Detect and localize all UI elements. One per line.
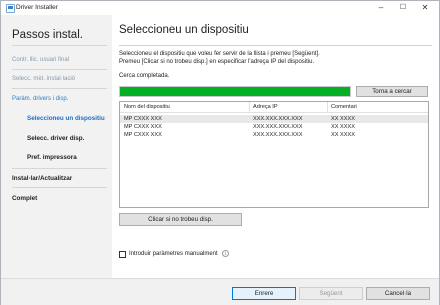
table-row[interactable]: MP CXXX XXX XXX.XXX.XXX.XXX XX XXXX (120, 123, 428, 131)
step-printer-prefs: Pref. impressora (27, 154, 77, 161)
step-install-method: Selecc. mèt. instal·lació (12, 76, 76, 82)
manual-params-checkbox[interactable] (119, 251, 126, 258)
title-divider (119, 45, 432, 46)
app-icon (6, 4, 15, 13)
comment-cell: XX XXXX (331, 132, 355, 138)
sidebar-divider (12, 45, 107, 46)
ip-address-cell: XXX.XXX.XXX.XXX (253, 124, 303, 130)
step-eula: Contr. llic. usuari final (12, 57, 70, 63)
device-table[interactable]: Nom del dispositiu Adreça IP Comentari M… (119, 101, 429, 208)
ip-address-cell: XXX.XXX.XXX.XXX (253, 116, 303, 122)
sidebar-divider (12, 69, 107, 70)
step-select-device: Seleccioneu un dispositiu (27, 115, 105, 122)
instruction-line-2: Premeu [Clicar si no trobeu disp.] en es… (119, 58, 315, 65)
step-driver-device-params: Paràm. drivers i disp. (12, 96, 69, 102)
instruction-line-1: Seleccioneu el dispositiu que voleu fer … (119, 51, 320, 57)
sidebar-title: Passos instal. (12, 29, 83, 41)
footer-bar: Enrere Següent Cancel·la (1, 278, 439, 305)
sidebar-divider (12, 187, 107, 188)
info-icon[interactable]: i (222, 250, 229, 257)
back-button[interactable]: Enrere (232, 287, 296, 300)
progress-fill (120, 87, 350, 96)
search-again-button[interactable]: Torna a cercar (356, 86, 428, 97)
page-title: Seleccioneu un dispositiu (119, 24, 249, 36)
close-button[interactable]: ✕ (415, 1, 435, 15)
search-status: Cerca completada. (119, 73, 170, 79)
column-divider[interactable] (327, 102, 328, 112)
device-name-cell: MP CXXX XXX (124, 124, 162, 130)
column-header-ip[interactable]: Adreça IP (253, 104, 278, 110)
table-row[interactable]: MP CXXX XXX XXX.XXX.XXX.XXX XX XXXX (120, 115, 428, 123)
maximize-button[interactable]: ☐ (393, 1, 413, 15)
minimize-button[interactable]: – (371, 1, 391, 15)
sidebar-divider (12, 88, 107, 89)
column-divider[interactable] (249, 102, 250, 112)
steps-sidebar: Passos instal. Contr. llic. usuari final… (1, 15, 112, 278)
next-button[interactable]: Següent (299, 287, 363, 300)
step-select-driver: Selecc. driver disp. (27, 135, 85, 142)
device-name-cell: MP CXXX XXX (124, 132, 162, 138)
step-install-update: Instal·lar/Actualitzar (12, 175, 73, 182)
device-table-header: Nom del dispositiu Adreça IP Comentari (120, 102, 428, 113)
step-complete: Complet (12, 195, 38, 202)
comment-cell: XX XXXX (331, 116, 355, 122)
window-title: Driver Installer (16, 4, 58, 11)
comment-cell: XX XXXX (331, 124, 355, 130)
search-progress-bar (119, 86, 351, 97)
driver-installer-window: Driver Installer – ☐ ✕ Passos instal. Co… (0, 0, 440, 305)
table-row[interactable]: MP CXXX XXX XXX.XXX.XXX.XXX XX XXXX (120, 131, 428, 139)
device-name-cell: MP CXXX XXX (124, 116, 162, 122)
ip-address-cell: XXX.XXX.XXX.XXX (253, 132, 303, 138)
device-not-found-button[interactable]: Clicar si no trobeu disp. (119, 213, 242, 226)
manual-params-label[interactable]: Introduir paràmetres manualment (129, 251, 218, 257)
cancel-button[interactable]: Cancel·la (366, 287, 430, 300)
main-panel: Seleccioneu un dispositiu Seleccioneu el… (112, 15, 439, 278)
instructions: Seleccioneu el dispositiu que voleu fer … (119, 51, 434, 66)
sidebar-divider (12, 168, 107, 169)
column-header-device-name[interactable]: Nom del dispositiu (124, 104, 170, 110)
column-header-comment[interactable]: Comentari (331, 104, 357, 110)
title-bar: Driver Installer – ☐ ✕ (1, 1, 439, 15)
